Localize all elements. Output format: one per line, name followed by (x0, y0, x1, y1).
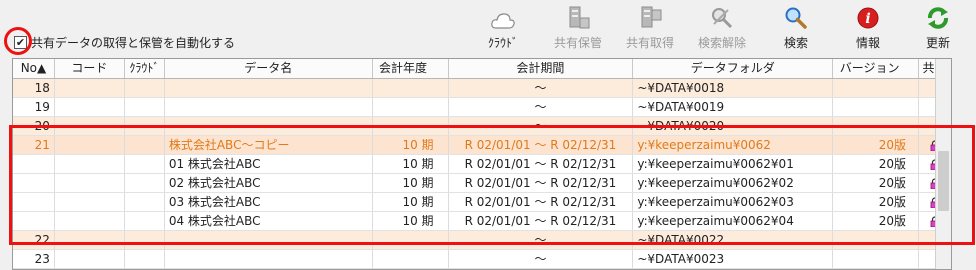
col-fiscal-year[interactable]: 会計年度 (373, 59, 449, 78)
svg-text:i: i (865, 11, 870, 27)
search-cancel-button[interactable]: 検索解除 (698, 4, 746, 52)
info-button[interactable]: i 情報 (856, 4, 880, 52)
info-icon: i (856, 4, 880, 30)
cell-period: 〜 (449, 250, 634, 268)
col-cloud[interactable]: ｸﾗｳﾄﾞ (125, 59, 165, 78)
table-row[interactable]: 19 〜 ~¥DATA¥0019 (13, 98, 951, 117)
highlight-circle (4, 27, 32, 55)
update-label: 更新 (926, 36, 951, 50)
share-get-label: 共有取得 (626, 36, 675, 50)
share-store-button[interactable]: 共有保管 (554, 4, 602, 52)
share-get-button[interactable]: 共有取得 (626, 4, 674, 52)
col-data-folder[interactable]: データフォルダ (633, 59, 834, 78)
info-label: 情報 (856, 36, 881, 50)
cell-version (833, 79, 920, 97)
cell-version (833, 98, 920, 116)
auto-share-label: 共有データの取得と保管を自動化する (31, 36, 236, 50)
highlight-rectangle (9, 125, 975, 245)
cell-no: 18 (13, 79, 55, 97)
col-code[interactable]: コード (55, 59, 125, 78)
table-header: No▲ コード ｸﾗｳﾄﾞ データ名 会計年度 会計期間 データフォルダ バージ… (13, 59, 951, 79)
cell-name (165, 79, 373, 97)
search-cancel-icon (710, 4, 734, 30)
cell-name (165, 98, 373, 116)
search-icon (784, 4, 808, 30)
table-row[interactable]: 23 〜 ~¥DATA¥0023 (13, 250, 951, 269)
cloud-button[interactable]: ｸﾗｳﾄﾞ (488, 4, 518, 52)
col-fiscal-period[interactable]: 会計期間 (449, 59, 634, 78)
search-cancel-label: 検索解除 (698, 36, 747, 50)
search-button[interactable]: 検索 (784, 4, 808, 52)
cell-code (55, 79, 125, 97)
cell-no: 23 (13, 250, 55, 268)
cell-cloud (125, 250, 165, 268)
cell-no: 19 (13, 98, 55, 116)
cell-period: 〜 (449, 98, 634, 116)
cell-code (55, 98, 125, 116)
cell-folder: ~¥DATA¥0023 (633, 250, 834, 268)
col-version[interactable]: バージョン (833, 59, 920, 78)
cell-code (55, 250, 125, 268)
server-download-icon (638, 4, 662, 30)
share-store-label: 共有保管 (554, 36, 603, 50)
auto-share-checkbox[interactable]: ✔ 共有データの取得と保管を自動化する (14, 34, 235, 51)
cloud-label: ｸﾗｳﾄﾞ (488, 36, 519, 50)
cloud-icon (490, 4, 516, 30)
cell-version (833, 250, 920, 268)
cell-cloud (125, 98, 165, 116)
cell-year (373, 250, 449, 268)
col-no[interactable]: No▲ (13, 59, 55, 78)
cell-folder: ~¥DATA¥0019 (633, 98, 834, 116)
cell-year (373, 98, 449, 116)
col-data-name[interactable]: データ名 (165, 59, 373, 78)
cell-folder: ~¥DATA¥0018 (633, 79, 834, 97)
cell-name (165, 250, 373, 268)
cell-period: 〜 (449, 79, 634, 97)
table-row[interactable]: 18 〜 ~¥DATA¥0018 (13, 79, 951, 98)
server-upload-icon (566, 4, 590, 30)
search-label: 検索 (784, 36, 809, 50)
cell-year (373, 79, 449, 97)
refresh-icon (926, 4, 950, 30)
update-button[interactable]: 更新 (926, 4, 950, 52)
cell-cloud (125, 79, 165, 97)
